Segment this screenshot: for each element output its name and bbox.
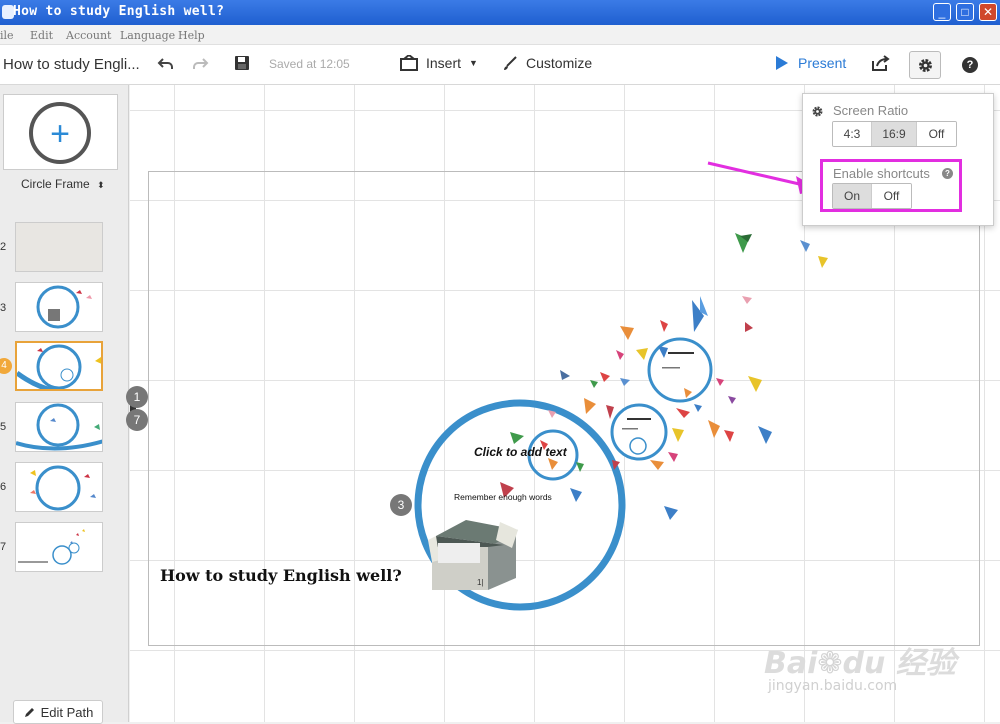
highlight-box (820, 159, 962, 212)
watermark-url: jingyan.baidu.com (768, 678, 898, 694)
ratio-4-3-option[interactable]: 4:3 (833, 122, 872, 146)
ratio-16-9-option[interactable]: 16:9 (872, 122, 917, 146)
remember-words-text[interactable]: Remember enough words (454, 492, 552, 502)
screen-ratio-label: Screen Ratio (833, 103, 909, 118)
box-label: 1| (477, 578, 484, 587)
path-marker[interactable]: 3 (390, 494, 412, 516)
screen-ratio-toggle: 4:3 16:9 Off (832, 121, 957, 147)
watermark-logo: Bai❁du 经验 (764, 646, 956, 681)
gear-icon (812, 106, 823, 117)
canvas-title[interactable]: How to study English well? (160, 566, 402, 585)
ratio-off-option[interactable]: Off (917, 122, 956, 146)
click-to-add-text[interactable]: Click to add text (474, 445, 567, 459)
